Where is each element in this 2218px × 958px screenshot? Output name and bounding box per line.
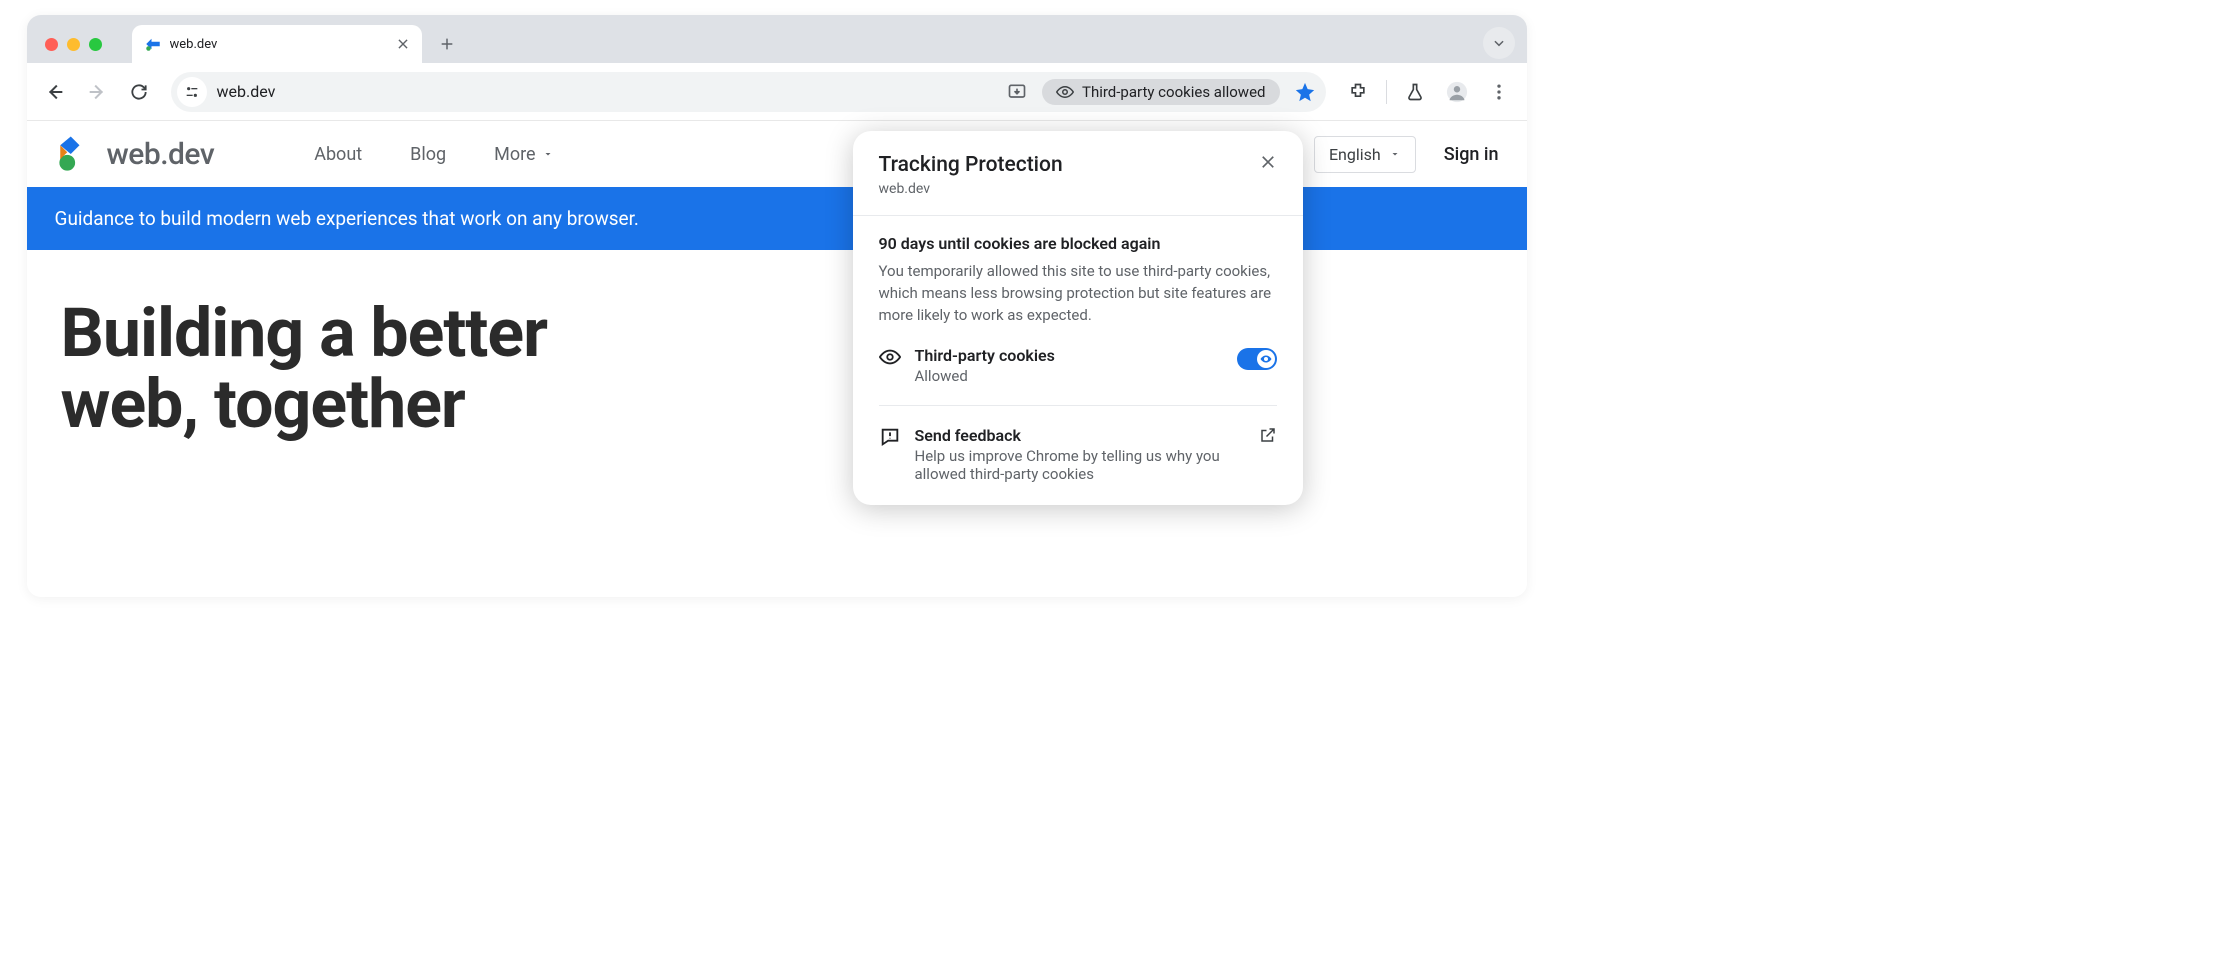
- tab-strip: web.dev: [27, 15, 1527, 63]
- cookies-toggle[interactable]: [1237, 348, 1277, 370]
- hero-line1: Building a better: [61, 293, 548, 373]
- chevron-down-icon: [1389, 148, 1401, 160]
- profile-icon[interactable]: [1439, 74, 1475, 110]
- language-select[interactable]: English: [1314, 136, 1416, 173]
- tab-close-icon[interactable]: [396, 37, 410, 51]
- cookies-status: Allowed: [915, 367, 1223, 385]
- sign-in-link[interactable]: Sign in: [1444, 144, 1499, 165]
- maximize-window-button[interactable]: [89, 38, 102, 51]
- eye-icon: [879, 346, 901, 368]
- tabs-dropdown-button[interactable]: [1483, 27, 1515, 59]
- nav-more[interactable]: More: [494, 144, 553, 165]
- toolbar: web.dev Third-party cookies allowed: [27, 63, 1527, 121]
- close-window-button[interactable]: [45, 38, 58, 51]
- webdev-logo-icon: [55, 133, 97, 175]
- nav-more-label: More: [494, 144, 535, 165]
- send-feedback-row[interactable]: Send feedback Help us improve Chrome by …: [879, 426, 1277, 483]
- feedback-icon: [879, 426, 901, 448]
- window-controls: [35, 38, 112, 63]
- install-app-icon[interactable]: [1002, 74, 1032, 110]
- site-settings-icon[interactable]: [177, 77, 207, 107]
- browser-tab[interactable]: web.dev: [132, 25, 422, 63]
- tab-title: web.dev: [170, 37, 388, 52]
- popover-close-button[interactable]: [1259, 153, 1277, 171]
- feedback-body: Help us improve Chrome by telling us why…: [915, 447, 1245, 483]
- nav-about[interactable]: About: [314, 144, 362, 165]
- forward-button[interactable]: [79, 74, 115, 110]
- menu-icon[interactable]: [1481, 74, 1517, 110]
- popover-domain: web.dev: [879, 181, 1063, 197]
- tab-favicon-icon: [144, 35, 162, 53]
- site-nav: About Blog More: [314, 144, 553, 165]
- site-logo-text: web.dev: [107, 137, 215, 172]
- site-logo[interactable]: web.dev: [55, 133, 215, 175]
- cookies-countdown-body: You temporarily allowed this site to use…: [879, 261, 1277, 326]
- new-tab-button[interactable]: [432, 29, 462, 59]
- nav-blog[interactable]: Blog: [410, 144, 446, 165]
- cookies-chip[interactable]: Third-party cookies allowed: [1042, 79, 1280, 105]
- cookies-label: Third-party cookies: [915, 346, 1223, 365]
- bookmark-star-icon[interactable]: [1290, 74, 1320, 110]
- minimize-window-button[interactable]: [67, 38, 80, 51]
- url-text: web.dev: [217, 82, 993, 101]
- cookies-chip-label: Third-party cookies allowed: [1082, 83, 1266, 101]
- labs-icon[interactable]: [1397, 74, 1433, 110]
- hero-line2: web, together: [61, 364, 465, 444]
- back-button[interactable]: [37, 74, 73, 110]
- third-party-cookies-row: Third-party cookies Allowed: [879, 346, 1277, 385]
- browser-window: web.dev web.dev: [27, 15, 1527, 597]
- site-header-right: English Sign in: [1314, 136, 1499, 173]
- eye-icon: [1056, 83, 1074, 101]
- toolbar-divider: [1386, 80, 1387, 104]
- tracking-protection-popover: Tracking Protection web.dev 90 days unti…: [853, 131, 1303, 505]
- reload-button[interactable]: [121, 74, 157, 110]
- open-external-icon: [1259, 426, 1277, 444]
- chevron-down-icon: [542, 148, 554, 160]
- cookies-countdown-title: 90 days until cookies are blocked again: [879, 234, 1277, 253]
- feedback-label: Send feedback: [915, 426, 1245, 445]
- extensions-icon[interactable]: [1340, 74, 1376, 110]
- language-label: English: [1329, 145, 1381, 164]
- address-bar[interactable]: web.dev Third-party cookies allowed: [171, 72, 1326, 112]
- popover-title: Tracking Protection: [879, 153, 1063, 177]
